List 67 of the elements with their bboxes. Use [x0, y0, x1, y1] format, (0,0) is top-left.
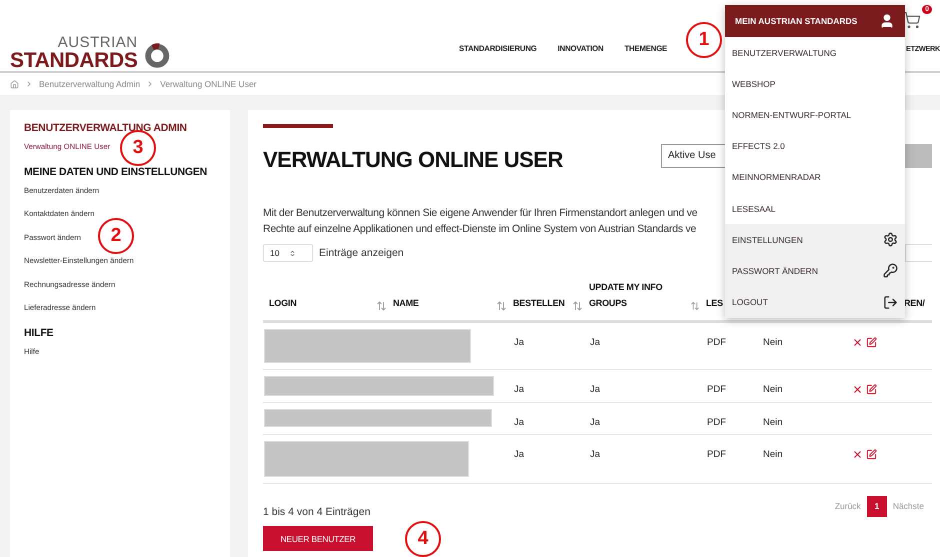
user-icon — [879, 13, 895, 29]
table-cell-text: Nein — [762, 416, 784, 428]
column-header[interactable]: UPDATE MY INFO GROUPS — [589, 279, 691, 311]
sort-icon[interactable] — [573, 301, 582, 311]
menu-item[interactable]: LESESAAL — [725, 192, 905, 224]
column-header[interactable]: REN/ — [904, 295, 925, 311]
delete-icon[interactable] — [852, 337, 863, 348]
numbered-callout: 1 — [686, 22, 722, 58]
column-header[interactable]: BESTELLEN — [513, 295, 565, 311]
table-cell-text: Ja — [589, 416, 602, 428]
intro-text: Rechte auf einzelne Applikationen und effect-Dienste im Online System von Austrian Standards ve — [263, 222, 696, 237]
table-cell-text: PDF — [706, 383, 727, 396]
column-header[interactable]: LOGIN — [266, 295, 296, 311]
page-title: VERWALTUNG ONLINE USER — [263, 146, 564, 173]
sort-icon[interactable] — [690, 301, 699, 311]
column-header[interactable]: NAME — [393, 295, 419, 311]
menu-item[interactable]: LOGOUT — [725, 286, 905, 318]
stepper-icon — [289, 250, 296, 256]
menu-item[interactable]: MEINNORMENRADAR — [725, 162, 905, 193]
account-menu-header[interactable]: MEIN AUSTRIAN STANDARDS — [725, 5, 905, 37]
menu-item[interactable]: BENUTZERVERWALTUNG — [725, 37, 905, 68]
delete-icon[interactable] — [852, 449, 863, 460]
table-cell-text: PDF — [706, 416, 727, 428]
table-cell-text: Nein — [762, 383, 784, 396]
home-icon[interactable] — [10, 80, 19, 88]
menu-item[interactable]: EFFECTS 2.0 — [725, 130, 905, 162]
breadcrumb-separator-icon — [25, 80, 33, 88]
table-cell-text: Ja — [513, 383, 526, 396]
menu-item[interactable]: EINSTELLUNGEN — [725, 224, 905, 256]
column-header[interactable]: LES — [706, 295, 723, 311]
edit-icon[interactable] — [866, 384, 877, 395]
menu-item[interactable]: NORMEN-ENTWURF-PORTAL — [725, 99, 905, 131]
sidebar-heading: MEINE DATEN UND EINSTELLUNGEN — [24, 166, 208, 178]
new-user-button[interactable]: NEUER BENUTZER — [263, 526, 373, 551]
table-cell-text: Nein — [762, 336, 784, 350]
table-cell-text: Ja — [589, 336, 602, 350]
table-cell-text: Ja — [589, 448, 602, 462]
table-cell-text: PDF — [706, 336, 727, 350]
logo-text: AUSTRIAN — [58, 35, 138, 50]
sort-icon[interactable] — [497, 301, 506, 311]
breadcrumb-link[interactable]: Benutzerverwaltung Admin — [39, 79, 140, 89]
logo-text: STANDARDS — [10, 50, 138, 71]
sort-icon[interactable] — [377, 301, 386, 311]
menu-item[interactable]: WEBSHOP — [725, 68, 905, 100]
table-cell-text: PDF — [706, 448, 727, 462]
breadcrumb-link[interactable]: Verwaltung ONLINE User — [160, 79, 256, 89]
table-cell-text: Nein — [762, 448, 784, 462]
table-cell-text: Ja — [513, 416, 526, 428]
key-icon — [883, 263, 898, 278]
search-field[interactable] — [905, 244, 932, 262]
sidebar-heading: HILFE — [24, 326, 54, 338]
menu-item[interactable]: PASSWORT ÄNDERN — [725, 255, 905, 286]
title-accent-bar — [263, 124, 333, 128]
settings-icon — [883, 232, 898, 248]
cart-icon[interactable] — [903, 11, 921, 29]
intro-text: Mit der Benutzerverwaltung können Sie eigene Anwender für Ihren Firmenstandort anlegen und ve — [263, 206, 698, 221]
table-cell-text: Ja — [513, 448, 526, 462]
page-size-label: Einträge anzeigen — [319, 247, 404, 259]
table-cell-text: Ja — [513, 336, 526, 350]
page-size-select[interactable]: 10 — [263, 244, 313, 262]
table-info: 1 bis 4 von 4 Einträgen — [263, 505, 370, 518]
page-link[interactable]: 1 — [866, 496, 887, 516]
table-cell-text: Ja — [589, 383, 602, 396]
logout-icon — [883, 294, 898, 310]
edit-icon[interactable] — [866, 449, 877, 460]
delete-icon[interactable] — [852, 384, 863, 395]
edit-icon[interactable] — [866, 337, 877, 348]
